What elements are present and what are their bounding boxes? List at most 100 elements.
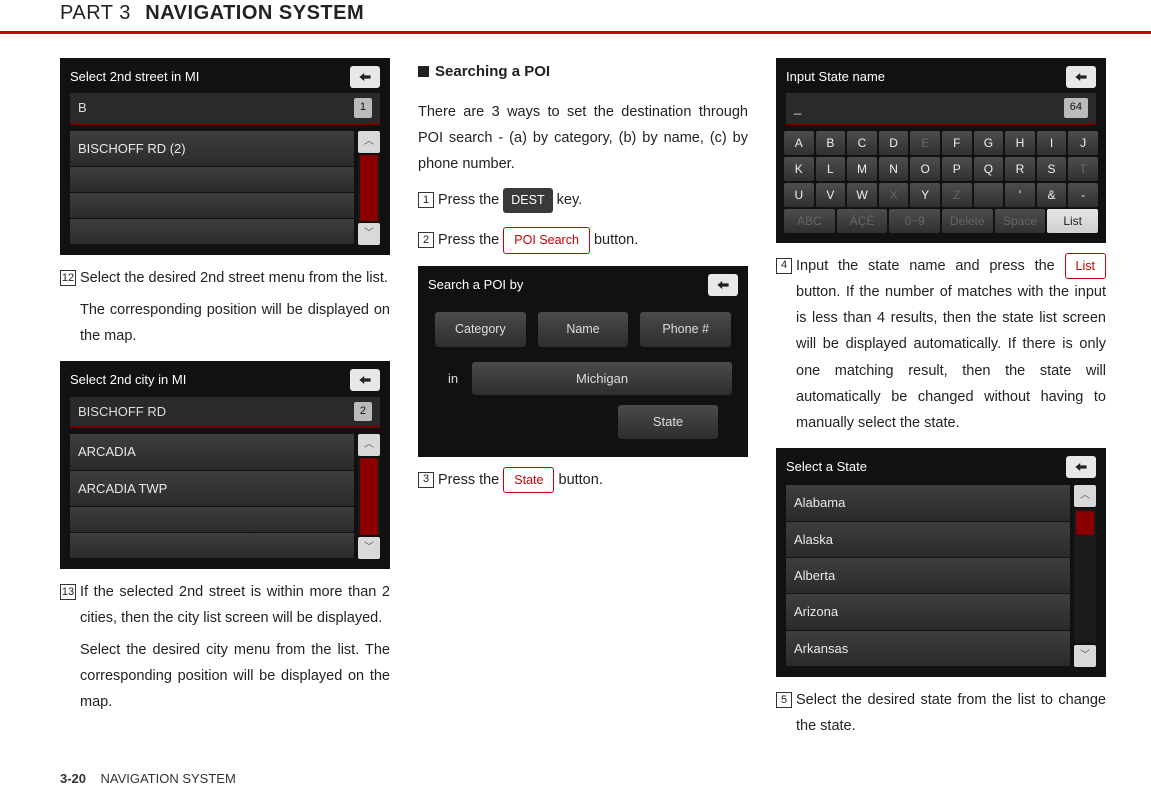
column-middle: Searching a POI There are 3 ways to set …	[418, 58, 748, 745]
page-header: PART 3 NAVIGATION SYSTEM	[0, 0, 1151, 34]
back-button[interactable]	[350, 369, 380, 391]
scroll-down-icon[interactable]: ﹀	[358, 537, 380, 559]
page-number: 3-20	[60, 771, 86, 786]
kbd-key[interactable]: P	[942, 157, 972, 181]
kbd-key[interactable]: Space	[995, 209, 1046, 233]
kbd-key[interactable]: &	[1037, 183, 1067, 207]
scroll-up-icon[interactable]: ︿	[1074, 485, 1096, 507]
step-number-2: 2	[418, 232, 434, 248]
search-input[interactable]: _ 64	[786, 93, 1096, 124]
kbd-key[interactable]: D	[879, 131, 909, 155]
list-item[interactable]: Alberta	[786, 558, 1070, 594]
list-item[interactable]: ARCADIA TWP	[70, 471, 354, 507]
kbd-key[interactable]: T	[1068, 157, 1098, 181]
poi-search-chip: POI Search	[503, 227, 590, 254]
kbd-key[interactable]: ÀÇÈ	[837, 209, 888, 233]
kbd-key[interactable]: Y	[910, 183, 940, 207]
kbd-key[interactable]: S	[1037, 157, 1067, 181]
state-name-bar: Michigan	[472, 362, 732, 395]
list-item	[70, 507, 354, 533]
scrollbar[interactable]: ︿ ﹀	[358, 131, 380, 245]
step-text: Select the desired city menu from the li…	[80, 637, 390, 715]
back-button[interactable]	[708, 274, 738, 296]
kbd-key[interactable]: ABC	[784, 209, 835, 233]
list-item[interactable]: Arizona	[786, 594, 1070, 630]
step-text: Select the desired state from the list t…	[796, 687, 1106, 739]
step-number-4: 4	[776, 258, 792, 274]
input-text: B	[78, 96, 87, 119]
kbd-key[interactable]: '	[1005, 183, 1035, 207]
kbd-key[interactable]: O	[910, 157, 940, 181]
kbd-key[interactable]: W	[847, 183, 877, 207]
kbd-key[interactable]: K	[784, 157, 814, 181]
column-right: Input State name _ 64 ABCDEFGHIJKLMNOPQR…	[776, 58, 1106, 745]
screenshot-select-2nd-street: Select 2nd street in MI B 1 BISCHOFF RD …	[60, 58, 390, 255]
part-label: PART 3	[60, 2, 131, 24]
scroll-up-icon[interactable]: ︿	[358, 434, 380, 456]
kbd-key[interactable]: 0~9	[889, 209, 940, 233]
kbd-key[interactable]: -	[1068, 183, 1098, 207]
state-chip: State	[503, 467, 554, 494]
kbd-key[interactable]: G	[974, 131, 1004, 155]
list-item[interactable]: BISCHOFF RD (2)	[70, 131, 354, 167]
screen-title: Select 2nd city in MI	[70, 368, 186, 391]
page-footer: 3-20 NAVIGATION SYSTEM	[60, 771, 236, 786]
scroll-up-icon[interactable]: ︿	[358, 131, 380, 153]
kbd-key[interactable]: A	[784, 131, 814, 155]
kbd-key[interactable]	[974, 183, 1004, 207]
screenshot-select-2nd-city: Select 2nd city in MI BISCHOFF RD 2 ARCA…	[60, 361, 390, 569]
kbd-key[interactable]: U	[784, 183, 814, 207]
kbd-key[interactable]: F	[942, 131, 972, 155]
result-count: 1	[354, 98, 372, 118]
square-marker-icon	[418, 66, 429, 77]
poi-category-button[interactable]: Category	[434, 311, 527, 348]
onscreen-keyboard: ABCDEFGHIJKLMNOPQRSTUVWXYZ'&-ABCÀÇÈ0~9De…	[778, 129, 1104, 241]
kbd-key[interactable]: L	[816, 157, 846, 181]
list-item	[70, 193, 354, 219]
step-text: Press the	[438, 232, 503, 248]
kbd-key[interactable]: N	[879, 157, 909, 181]
step-number-3: 3	[418, 472, 434, 488]
list-item[interactable]: Alabama	[786, 485, 1070, 521]
list-item[interactable]: ARCADIA	[70, 434, 354, 470]
kbd-key[interactable]: V	[816, 183, 846, 207]
kbd-key[interactable]: Delete	[942, 209, 993, 233]
list-item[interactable]: Arkansas	[786, 631, 1070, 667]
result-count: 64	[1064, 98, 1088, 118]
list-chip: List	[1065, 253, 1106, 280]
state-button[interactable]: State	[618, 405, 718, 438]
kbd-key[interactable]: Q	[974, 157, 1004, 181]
search-input[interactable]: BISCHOFF RD 2	[70, 397, 380, 428]
kbd-key[interactable]: B	[816, 131, 846, 155]
scrollbar[interactable]: ︿ ﹀	[358, 434, 380, 559]
section-heading: Searching a POI	[418, 58, 748, 85]
poi-phone-button[interactable]: Phone #	[639, 311, 732, 348]
kbd-list-button[interactable]: List	[1047, 209, 1098, 233]
kbd-key[interactable]: M	[847, 157, 877, 181]
screen-title: Select 2nd street in MI	[70, 65, 199, 88]
scroll-down-icon[interactable]: ﹀	[1074, 645, 1096, 667]
kbd-key[interactable]: C	[847, 131, 877, 155]
list-item	[70, 219, 354, 245]
screen-title: Search a POI by	[428, 273, 523, 296]
list-item[interactable]: Alaska	[786, 522, 1070, 558]
kbd-key[interactable]: H	[1005, 131, 1035, 155]
kbd-key[interactable]: R	[1005, 157, 1035, 181]
scrollbar[interactable]: ︿ ﹀	[1074, 485, 1096, 667]
screen-title: Input State name	[786, 65, 885, 88]
search-input[interactable]: B 1	[70, 93, 380, 124]
step-text: Press the	[438, 192, 503, 208]
scroll-down-icon[interactable]: ﹀	[358, 223, 380, 245]
screenshot-input-state-name: Input State name _ 64 ABCDEFGHIJKLMNOPQR…	[776, 58, 1106, 243]
back-button[interactable]	[1066, 66, 1096, 88]
step-text: button.	[594, 232, 638, 248]
poi-name-button[interactable]: Name	[537, 311, 630, 348]
kbd-key[interactable]: X	[879, 183, 909, 207]
back-button[interactable]	[350, 66, 380, 88]
kbd-key[interactable]: Z	[942, 183, 972, 207]
kbd-key[interactable]: E	[910, 131, 940, 155]
kbd-key[interactable]: J	[1068, 131, 1098, 155]
back-button[interactable]	[1066, 456, 1096, 478]
kbd-key[interactable]: I	[1037, 131, 1067, 155]
step-text: Input the state name and press the	[796, 258, 1065, 274]
